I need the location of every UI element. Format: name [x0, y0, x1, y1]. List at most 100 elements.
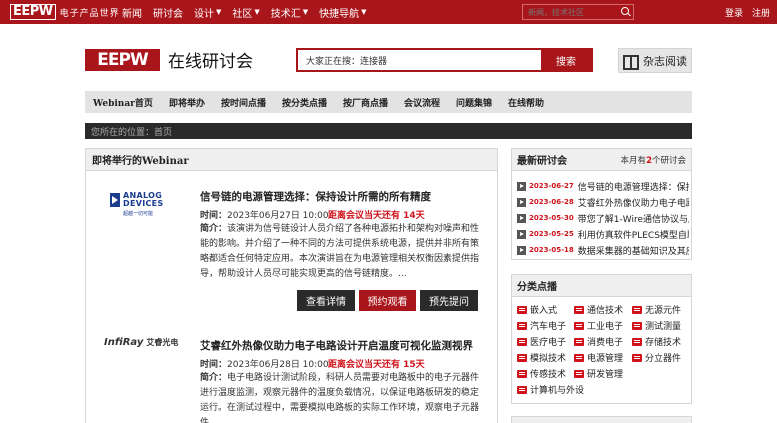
reserve-button[interactable]: 预约观看: [359, 290, 416, 311]
category-label: 电源管理: [587, 354, 624, 364]
recent-item[interactable]: 2023-05-18 数据采集器的基础知识及其应: [517, 243, 689, 257]
category-header: 分类点播: [512, 275, 691, 297]
recent-title: 带您了解1-Wire通信协议与应用: [577, 214, 689, 225]
recent-date: 2023-05-18: [529, 246, 574, 254]
time-label: 时间：: [200, 360, 228, 370]
register-link[interactable]: 注册: [752, 6, 770, 19]
webinar-actions: 查看详情 预约观看 预先提问: [297, 290, 482, 311]
play-icon: [517, 229, 526, 239]
category-label: 存储技术: [645, 338, 682, 348]
category-link[interactable]: 存储技术: [632, 335, 681, 348]
category-link[interactable]: 传感技术: [517, 367, 566, 380]
recent-item[interactable]: 2023-06-27 信号链的电源管理选择：保持: [517, 179, 689, 193]
video-icon: [574, 353, 584, 362]
top-nav-news[interactable]: 新闻: [122, 5, 142, 20]
webinar-item: ANALOG DEVICES 超越一切可能 信号链的电源管理选择：保持设计所需的…: [86, 172, 497, 322]
video-icon: [574, 321, 584, 330]
webinar-time: 时间：2023年06月27日 10:00: [200, 208, 329, 221]
desc-text: 电子电路设计测试阶段，科研人员需要对电路板中的电子元器件进行温度监测，观察元器件…: [200, 373, 480, 423]
recent-header: 最新研讨会 本月有2个研讨会: [512, 149, 691, 171]
adi-triangle-icon: [110, 193, 120, 207]
eepw-big-logo[interactable]: EEPW: [85, 48, 160, 71]
recent-title: 信号链的电源管理选择：保持: [577, 182, 689, 193]
webinar-title[interactable]: 信号链的电源管理选择：保持设计所需的所有精度: [200, 189, 431, 204]
top-nav: 新闻 研讨会 设计 ▼ 社区 ▼ 技术汇 ▼ 快捷导航 ▼: [122, 0, 378, 24]
recent-item[interactable]: 2023-05-25利用仿真软件PLECS模型自助生: [517, 227, 689, 241]
category-link[interactable]: 嵌入式: [517, 303, 557, 316]
magazine-label: 杂志阅读: [643, 54, 687, 68]
summary-suffix: 个研讨会: [651, 155, 686, 166]
webinar-desc: 简介：电子电路设计测试阶段，科研人员需要对电路板中的电子元器件进行温度监测，观察…: [200, 371, 480, 423]
tab-upcoming[interactable]: 即将举办: [161, 91, 213, 113]
top-nav-community[interactable]: 社区 ▼: [232, 5, 259, 20]
category-link[interactable]: 模拟技术: [517, 351, 566, 364]
tab-by-time[interactable]: 按时间点播: [213, 91, 274, 113]
video-icon: [517, 321, 527, 330]
category-link[interactable]: 汽车电子: [517, 319, 566, 332]
logo-slogan: 电子产品世界: [59, 8, 120, 19]
summary-prefix: 本月有: [620, 155, 647, 166]
recent-heading: 最新研讨会: [517, 156, 567, 167]
category-link[interactable]: 分立器件: [632, 351, 681, 364]
login-link[interactable]: 登录: [725, 6, 743, 19]
category-link[interactable]: 测试测量: [632, 319, 681, 332]
logo-line2: 艾睿光电: [146, 338, 179, 347]
category-link[interactable]: 消费电子: [574, 335, 623, 348]
recent-panel: 最新研讨会 本月有2个研讨会 2023-06-27 信号链的电源管理选择：保持 2…: [511, 148, 692, 260]
top-search-input[interactable]: [523, 7, 618, 17]
top-nav-design[interactable]: 设计 ▼: [194, 5, 221, 20]
top-nav-webinar[interactable]: 研讨会: [153, 5, 183, 20]
category-link[interactable]: 工业电子: [574, 319, 623, 332]
analog-devices-logo[interactable]: ANALOG DEVICES 超越一切可能: [110, 192, 176, 217]
top-nav-label: 社区: [232, 8, 253, 20]
category-label: 计算机与外设: [530, 386, 585, 396]
upcoming-panel: 即将举行的Webinar ANALOG DEVICES 超越一切可能 信号链的电…: [85, 148, 498, 423]
category-label: 汽车电子: [530, 322, 567, 332]
category-link[interactable]: 医疗电子: [517, 335, 566, 348]
magazine-button[interactable]: 杂志阅读: [618, 48, 692, 73]
tab-help[interactable]: 在线帮助: [500, 91, 552, 113]
countdown: 距离会议当天还有 15天: [328, 360, 425, 370]
category-link[interactable]: 计算机与外设: [517, 383, 584, 396]
category-link[interactable]: 无源元件: [632, 303, 681, 316]
video-icon: [632, 321, 642, 330]
video-icon: [517, 337, 527, 346]
ask-question-button[interactable]: 预先提问: [420, 290, 478, 311]
category-link[interactable]: 通信技术: [574, 303, 623, 316]
play-icon: [517, 181, 526, 191]
main-search-input[interactable]: [298, 50, 541, 70]
webinar-title[interactable]: 艾睿红外热像仪助力电子电路设计开启温度可视化监测视界: [200, 338, 473, 353]
webinar-time: 时间：2023年06月28日 10:00: [200, 357, 329, 370]
category-link[interactable]: 电源管理: [574, 351, 623, 364]
category-label: 研发管理: [587, 370, 624, 380]
recent-date: 2023-05-25: [529, 230, 574, 238]
top-nav-tech[interactable]: 技术汇 ▼: [271, 5, 308, 20]
tab-by-category[interactable]: 按分类点播: [274, 91, 335, 113]
eepw-logo[interactable]: EEPW 电子产品世界: [10, 4, 120, 20]
category-link[interactable]: 研发管理: [574, 367, 623, 380]
category-label: 医疗电子: [530, 338, 567, 348]
tab-webinar-home[interactable]: Webinar首页: [85, 91, 161, 113]
view-details-button[interactable]: 查看详情: [297, 290, 355, 311]
chevron-down-icon: ▼: [302, 8, 309, 16]
recent-item[interactable]: 2023-06-28艾睿红外热像仪助力电子电路...: [517, 195, 689, 209]
next-panel-header: [512, 417, 691, 423]
tab-by-vendor[interactable]: 按厂商点播: [335, 91, 396, 113]
tab-process[interactable]: 会议流程: [396, 91, 448, 113]
recent-date: 2023-06-28: [529, 198, 574, 206]
video-icon: [574, 337, 584, 346]
top-nav-quick[interactable]: 快捷导航 ▼: [319, 5, 366, 20]
main-search: 搜索: [296, 48, 593, 72]
tab-faq[interactable]: 问题集锦: [448, 91, 500, 113]
recent-item[interactable]: 2023-05-30带您了解1-Wire通信协议与应用: [517, 211, 689, 225]
desc-text: 该演讲为信号链设计人员介绍了各种电源拓扑和架构对噪声和性能的影响。并介绍了一种不…: [200, 224, 480, 279]
infiray-logo[interactable]: InfiRay 艾睿光电: [104, 337, 184, 348]
search-icon[interactable]: [618, 5, 632, 19]
next-panel: [511, 416, 692, 423]
main-nav: Webinar首页 即将举办 按时间点播 按分类点播 按厂商点播 会议流程 问题…: [85, 91, 692, 113]
countdown: 距离会议当天还有 14天: [328, 211, 425, 221]
logo-tag: 超越一切可能: [123, 211, 154, 217]
webinar-item: InfiRay 艾睿光电 艾睿红外热像仪助力电子电路设计开启温度可视化监测视界 …: [86, 324, 497, 423]
search-button[interactable]: 搜索: [541, 50, 591, 70]
upcoming-heading: 即将举行的Webinar: [86, 149, 497, 171]
